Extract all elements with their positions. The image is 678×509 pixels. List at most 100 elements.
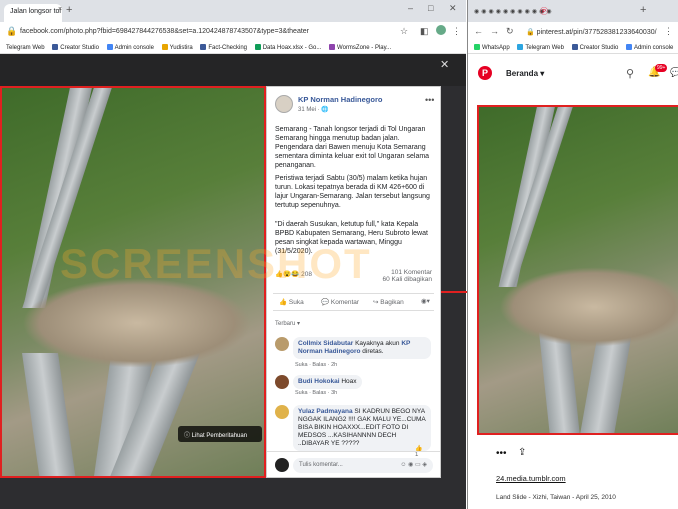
close-window-icon[interactable]: ✕ <box>449 3 457 14</box>
comment-actions[interactable]: Suka · Balas · 3h <box>295 390 337 396</box>
emoji-icons: ☺ ◉ ▭ ◈ <box>400 462 427 468</box>
post-author[interactable]: KP Norman Hadinegoro <box>298 95 382 104</box>
comment-bubble: Budi Hokokai Hoax <box>293 375 362 389</box>
comment-count[interactable]: 101 Komentar <box>382 269 432 276</box>
close-tab-icon[interactable]: × <box>58 6 62 13</box>
tab-bar: Jalan longsor tol × + – □ ✕ <box>0 0 466 22</box>
menu-icon[interactable]: ⋮ <box>664 26 673 37</box>
post-action-bar: 👍 Suka 💬 Komentar ↪ Bagikan ◉▾ <box>273 293 434 311</box>
address-bar: 🔒 facebook.com/photo.php?fbid=6984278442… <box>0 22 466 42</box>
search-icon[interactable]: ⚲ <box>626 67 634 80</box>
share-icon: ↪ <box>373 299 379 306</box>
star-icon[interactable]: ☆ <box>400 26 408 37</box>
new-tab-icon[interactable]: + <box>640 4 646 16</box>
minimize-icon[interactable]: – <box>408 3 413 13</box>
post-options-icon[interactable]: ••• <box>425 95 434 105</box>
post-paragraph: Peristiwa terjadi Sabtu (30/5) malam ket… <box>275 175 430 209</box>
share-icon[interactable]: ⇪ <box>518 447 526 458</box>
commenter-avatar[interactable] <box>275 375 289 389</box>
facebook-icon <box>571 44 578 50</box>
google-icon <box>106 44 113 50</box>
tab-bar: ◉◉◉◉◉◉◉◉◉◉◉ Ⓟ + <box>468 0 678 22</box>
comment-bubble: Collmix Sidabutar Kayaknya akun KP Norma… <box>293 337 431 359</box>
bookmark-item[interactable]: Creator Studio <box>52 42 99 53</box>
google-icon <box>625 44 632 50</box>
url-field[interactable]: facebook.com/photo.php?fbid=698427844276… <box>2 25 382 40</box>
bookmark-bar: WhatsApp Telegram Web Creator Studio Adm… <box>468 42 678 54</box>
bookmark-item[interactable]: WormsZone - Play... <box>329 42 391 53</box>
pin-image[interactable] <box>477 105 678 435</box>
commenter-avatar[interactable] <box>275 337 289 351</box>
bookmark-item[interactable]: WhatsApp <box>474 42 510 53</box>
close-viewer-icon[interactable]: ✕ <box>440 58 449 71</box>
highway-road <box>539 332 581 433</box>
post-paragraph: Semarang - Tanah longsor terjadi di Tol … <box>275 126 430 169</box>
lock-icon: 🔒 <box>526 29 537 36</box>
author-avatar[interactable] <box>275 95 293 113</box>
maximize-icon[interactable]: □ <box>428 3 433 13</box>
home-menu[interactable]: Beranda ▾ <box>506 69 544 78</box>
thumbs-up-icon: 👍 <box>279 299 288 306</box>
comment-sort[interactable]: Terbaru ▾ <box>275 320 300 327</box>
share-button[interactable]: ↪ Bagikan <box>373 298 404 306</box>
commenter-name: Yulaz Padmayana <box>298 408 353 415</box>
comment-bubble: Yulaz Padmayana SI KADRUN BEGO NYA NGGAK… <box>293 405 431 451</box>
bookmark-item[interactable]: Data Hoax.xlsx - Go... <box>254 42 321 53</box>
comment-input[interactable]: Tulis komentar... ☺ ◉ ▭ ◈ <box>293 458 433 473</box>
landslide-debris <box>499 267 678 347</box>
menu-icon[interactable]: ⋮ <box>452 26 461 37</box>
address-bar: ← → ↻ 🔒 pinterest.at/pin/377528381233640… <box>468 22 678 42</box>
user-avatar[interactable] <box>275 458 289 472</box>
messages-icon[interactable]: 💬 <box>670 67 678 78</box>
back-icon[interactable]: ← <box>474 26 483 36</box>
pinterest-logo-icon[interactable]: P <box>478 66 492 80</box>
comment-button[interactable]: 💬 Komentar <box>321 298 359 306</box>
source-link[interactable]: 24.media.tumblr.com <box>496 474 566 483</box>
bookmark-item[interactable]: Yudistira <box>161 42 193 53</box>
pinterest-browser-window: ◉◉◉◉◉◉◉◉◉◉◉ Ⓟ + ← → ↻ 🔒 pinterest.at/pin… <box>467 0 678 509</box>
share-count[interactable]: 60 Kali dibagikan <box>382 276 432 283</box>
url-field[interactable]: 🔒 pinterest.at/pin/377528381233640030/ <box>518 25 658 40</box>
post-body: Semarang - Tanah longsor terjadi di Tol … <box>267 123 440 258</box>
url-text: facebook.com/photo.php?fbid=698427844276… <box>20 28 309 35</box>
whatsapp-icon <box>474 44 480 50</box>
dim-footer <box>0 478 466 509</box>
info-icon: ⓘ <box>184 433 192 439</box>
commenter-name: Collmix Sidabutar <box>298 340 354 347</box>
bookmark-item[interactable]: Fact-Checking <box>200 42 247 53</box>
reload-icon[interactable]: ↻ <box>506 26 514 37</box>
bookmark-item[interactable]: Creator Studio <box>571 42 618 53</box>
commenter-name: Budi Hokokai <box>298 378 340 385</box>
like-button[interactable]: 👍 Suka <box>279 298 304 306</box>
game-icon <box>329 44 336 50</box>
bookmark-bar: Telegram Web Creator Studio Admin consol… <box>0 42 466 54</box>
landslide-debris <box>22 278 252 368</box>
comment-actions[interactable]: Suka · Balas · 2h <box>295 362 337 368</box>
pin-caption: Land Slide - Xizhi, Taiwan - April 25, 2… <box>496 494 616 501</box>
tab-facebook[interactable]: Jalan longsor tol <box>4 4 62 22</box>
highway-road <box>22 353 78 476</box>
speech-bubble-icon: 💬 <box>321 299 330 306</box>
audience-selector[interactable]: ◉▾ <box>421 297 430 305</box>
user-icon <box>161 44 168 50</box>
bookmark-item[interactable]: Admin console <box>106 42 154 53</box>
more-options-icon[interactable]: ••• <box>496 448 507 459</box>
pinterest-tab-icon[interactable]: Ⓟ <box>540 6 548 17</box>
commenter-avatar[interactable] <box>275 405 289 419</box>
comment-composer: Tulis komentar... ☺ ◉ ▭ ◈ <box>267 451 440 477</box>
see-notice-button[interactable]: ⓘ Lihat Pemberitahuan <box>178 426 262 442</box>
facebook-icon <box>200 44 207 50</box>
avatar[interactable] <box>436 25 446 35</box>
sheets-icon <box>254 44 261 50</box>
post-date[interactable]: 31 Mei · 🌐 <box>298 106 329 113</box>
new-tab-icon[interactable]: + <box>66 4 72 16</box>
extensions-icon[interactable]: ◧ <box>420 26 429 37</box>
telegram-icon <box>517 44 524 50</box>
post-stats[interactable]: 101 Komentar 60 Kali dibagikan <box>382 269 432 283</box>
forward-icon[interactable]: → <box>490 26 499 36</box>
bookmark-item[interactable]: Telegram Web <box>517 42 564 53</box>
bookmark-item[interactable]: Telegram Web <box>6 42 45 53</box>
globe-icon: 🌐 <box>321 107 329 113</box>
bookmark-item[interactable]: Admin console <box>625 42 673 53</box>
watermark-text: SCREENSHOT <box>60 240 372 287</box>
